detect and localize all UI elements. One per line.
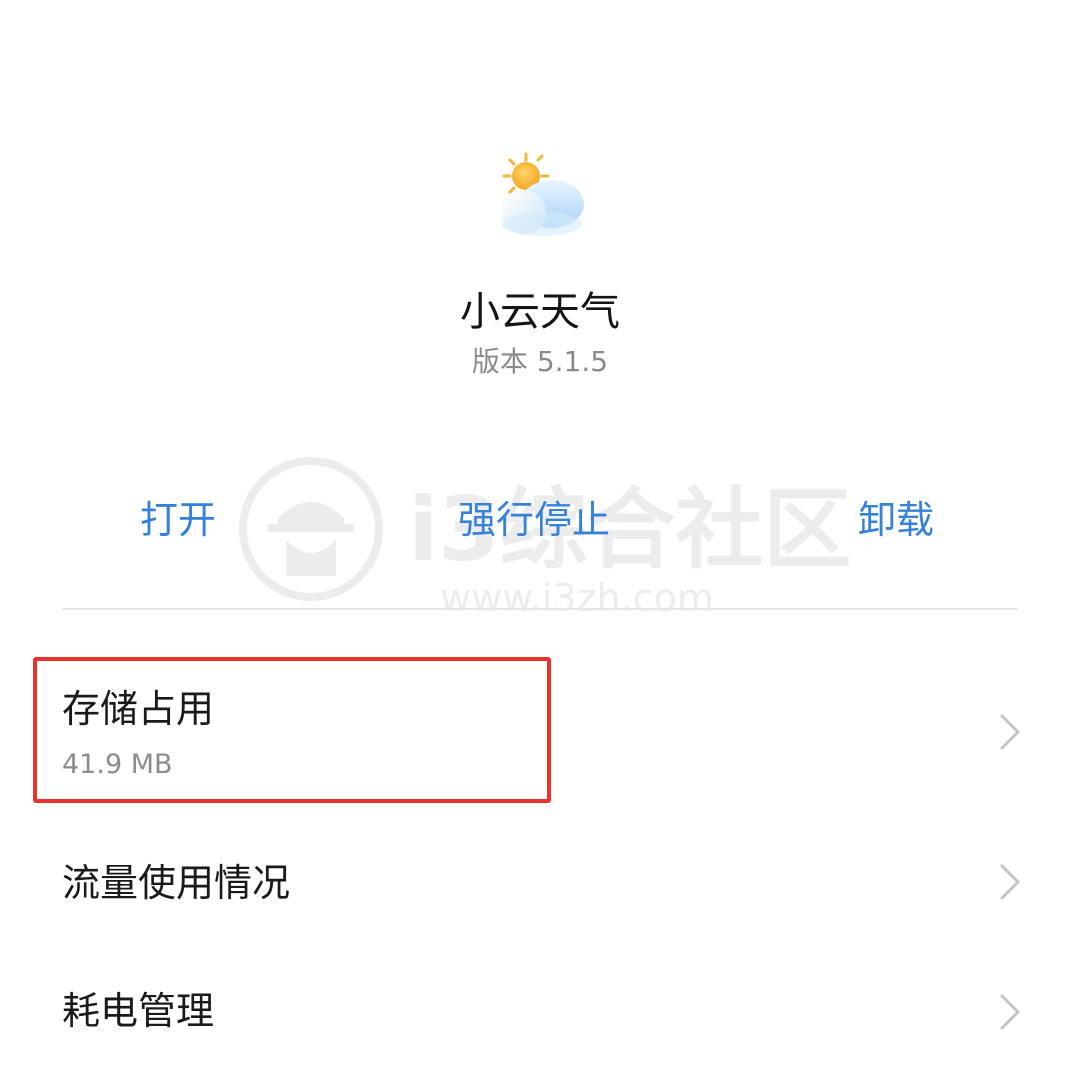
open-button[interactable]: 打开	[140, 492, 216, 548]
chevron-right-icon	[1000, 994, 1020, 1030]
weather-app-icon	[502, 152, 584, 236]
storage-title: 存储占用	[62, 687, 215, 731]
settings-row-storage[interactable]: 存储占用 41.9 MB	[0, 660, 1080, 800]
settings-row-battery[interactable]: 耗电管理	[0, 960, 1080, 1070]
data-usage-title: 流量使用情况	[62, 861, 291, 905]
chevron-right-icon	[1000, 714, 1020, 750]
watermark-logo-icon	[239, 457, 383, 601]
app-version: 版本 5.1.5	[471, 345, 609, 378]
storage-value: 41.9 MB	[62, 749, 173, 780]
battery-title: 耗电管理	[62, 989, 215, 1033]
uninstall-button[interactable]: 卸载	[858, 492, 934, 548]
chevron-right-icon	[1000, 864, 1020, 900]
watermark-url: www.i3zh.com	[440, 576, 714, 620]
settings-row-data-usage[interactable]: 流量使用情况	[0, 830, 1080, 940]
force-stop-button[interactable]: 强行停止	[458, 492, 610, 548]
app-name: 小云天气	[460, 289, 620, 335]
divider	[62, 608, 1018, 610]
